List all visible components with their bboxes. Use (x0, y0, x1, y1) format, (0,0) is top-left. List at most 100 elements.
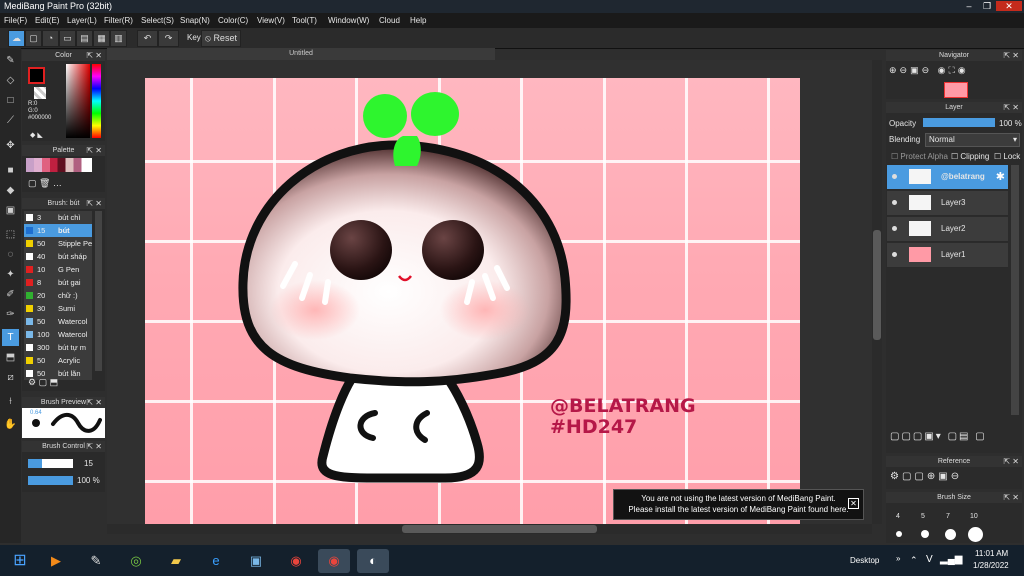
chrome-window-icon[interactable]: ◉ (318, 549, 350, 573)
reference-tool-icons[interactable]: ⚙▢▢⊕▣⊖ (890, 471, 962, 482)
palette-add-icon[interactable]: ▢ 🗑 … (28, 178, 62, 189)
panel-close-icon[interactable]: ⇱ ✕ (86, 50, 102, 61)
layer-row[interactable]: Layer3 (887, 191, 1008, 216)
brush-item[interactable]: 20 chữ :) (24, 289, 92, 303)
show-more-icon[interactable]: » (896, 554, 900, 563)
brush-list-scrollbar[interactable] (95, 211, 102, 371)
brush-item[interactable]: 10 G Pen (24, 263, 92, 277)
brush-preview-close-icon[interactable]: ⇱ ✕ (86, 397, 102, 408)
tray-up-icon[interactable]: ⌃ (910, 555, 918, 566)
menu-help[interactable]: Help (410, 13, 426, 28)
clock-time[interactable]: 11:01 AM (975, 549, 1008, 558)
paint-app-icon[interactable]: ✎ (80, 549, 112, 573)
menu-edit[interactable]: Edit(E) (35, 13, 59, 28)
eyedropper-icon[interactable]: ⟊ (2, 393, 19, 410)
brush-item[interactable]: 50 Acrylic (24, 354, 92, 368)
clipping-checkbox[interactable]: ☐ Clipping (951, 152, 989, 161)
brush-size-close-icon[interactable]: ⇱ ✕ (1003, 492, 1019, 503)
new-file-icon[interactable]: ▢ (25, 30, 42, 47)
media-player-icon[interactable]: ▶ (40, 549, 72, 573)
brush-item[interactable]: 100 Watercol (24, 328, 92, 342)
grid-icon[interactable]: ▦ (93, 30, 110, 47)
fill-rect-icon[interactable]: ■ (2, 162, 19, 179)
medibang-task-icon[interactable]: ◐ (357, 549, 389, 573)
chrome-icon[interactable]: ◉ (280, 549, 312, 573)
brush-add-icon[interactable]: ⚙ ▢ ⬒ (28, 377, 58, 388)
secondary-color-swatch[interactable] (34, 87, 46, 99)
brush-item[interactable]: 15 bút (24, 224, 92, 238)
menu-filter[interactable]: Filter(R) (104, 13, 133, 28)
eraser-tool-icon[interactable]: ◇ (2, 72, 19, 89)
visibility-eye-icon[interactable] (892, 174, 897, 179)
menu-color[interactable]: Color(C) (218, 13, 248, 28)
visibility-eye-icon[interactable] (892, 226, 897, 231)
pen-tool-icon[interactable]: ⟋ (2, 112, 19, 129)
drawing-canvas[interactable]: @BELATRANG #HD247 (145, 78, 800, 524)
lasso-tool-icon[interactable]: ◌ (2, 246, 19, 263)
magic-wand-icon[interactable]: ✦ (2, 266, 19, 283)
menu-snap[interactable]: Snap(N) (180, 13, 210, 28)
comment-icon[interactable]: ▭ (59, 30, 76, 47)
reset-button[interactable]: ⦸ Reset (201, 30, 241, 47)
maximize-button[interactable]: ❐ (978, 1, 996, 11)
brush-control-close-icon[interactable]: ⇱ ✕ (86, 441, 102, 452)
protect-alpha-checkbox[interactable]: ☐ Protect Alpha (891, 152, 948, 161)
minimize-button[interactable]: – (960, 1, 978, 11)
brush-opacity-slider[interactable] (28, 476, 73, 485)
color-mode-icon[interactable]: ◆ ◣ (30, 131, 43, 139)
brush-size-7[interactable]: 7 (946, 513, 950, 520)
layer-settings-icon[interactable]: ✱ (996, 170, 1005, 183)
page-icon[interactable]: ▤ (76, 30, 93, 47)
brush-item[interactable]: 3 bút chì (24, 211, 92, 225)
brush-item[interactable]: 8 bút gai (24, 276, 92, 290)
select-pen-icon[interactable]: ✐ (2, 286, 19, 303)
layer-row[interactable]: Layer2 (887, 217, 1008, 242)
bucket-tool-icon[interactable]: ◆ (2, 182, 19, 199)
divide-tool-icon[interactable]: ⧄ (2, 369, 19, 386)
language-indicator[interactable]: V (926, 554, 933, 565)
close-button[interactable]: ✕ (996, 1, 1022, 11)
brush-item[interactable]: 50 Stipple Pe (24, 237, 92, 251)
hue-slider[interactable] (92, 64, 101, 138)
chat-icon[interactable]: ◔ (42, 30, 59, 47)
blending-select[interactable]: Normal ▾ (925, 133, 1020, 147)
menu-select[interactable]: Select(S) (141, 13, 174, 28)
menu-cloud[interactable]: Cloud (379, 13, 400, 28)
lock-checkbox[interactable]: ☐ Lock (994, 152, 1020, 161)
navigator-close-icon[interactable]: ⇱ ✕ (1003, 50, 1019, 61)
layer-action-icons[interactable]: ▢▢▢▣▾ ▢▤ ▢ (890, 431, 987, 442)
palette-swatches[interactable] (26, 158, 92, 172)
layer-row[interactable]: Layer1 (887, 243, 1008, 268)
operation-tool-icon[interactable]: ⬒ (2, 349, 19, 366)
brush-size-4[interactable]: 4 (896, 513, 900, 520)
menu-layer[interactable]: Layer(L) (67, 13, 97, 28)
menu-tool[interactable]: Tool(T) (292, 13, 317, 28)
canvas-vertical-scrollbar[interactable] (872, 60, 882, 524)
file-explorer-icon[interactable]: ▰ (160, 549, 192, 573)
brush-panel-close-icon[interactable]: ⇱ ✕ (86, 198, 102, 209)
menu-view[interactable]: View(V) (257, 13, 285, 28)
hand-tool-icon[interactable]: ✋ (2, 416, 19, 433)
brush-item[interactable]: 300 bút tự m (24, 341, 92, 355)
menu-window[interactable]: Window(W) (328, 13, 369, 28)
primary-color-swatch[interactable] (28, 67, 45, 84)
desktop-label[interactable]: Desktop (850, 556, 879, 565)
brush-item[interactable]: 50 Watercol (24, 315, 92, 329)
internet-explorer-icon[interactable]: e (200, 549, 232, 573)
layout-icon[interactable]: ▥ (110, 30, 127, 47)
select-eraser-icon[interactable]: ✑ (2, 306, 19, 323)
reference-close-icon[interactable]: ⇱ ✕ (1003, 456, 1019, 467)
brush-tool-icon[interactable]: ✎ (2, 52, 19, 69)
menu-file[interactable]: File(F) (4, 13, 27, 28)
remote-desktop-icon[interactable]: ▣ (240, 549, 272, 573)
brush-item[interactable]: 40 bút sháp (24, 250, 92, 264)
canvas-horizontal-scrollbar[interactable] (107, 524, 872, 534)
navigator-thumbnail[interactable] (944, 82, 968, 98)
brush-item[interactable]: 30 Sumi (24, 302, 92, 316)
visibility-eye-icon[interactable] (892, 252, 897, 257)
redo-button[interactable]: ↷ (158, 30, 179, 47)
text-tool-icon[interactable]: T (2, 329, 19, 346)
color-sv-square[interactable] (66, 64, 90, 138)
gradient-tool-icon[interactable]: ▣ (2, 202, 19, 219)
notice-close-icon[interactable]: ✕ (848, 498, 859, 509)
